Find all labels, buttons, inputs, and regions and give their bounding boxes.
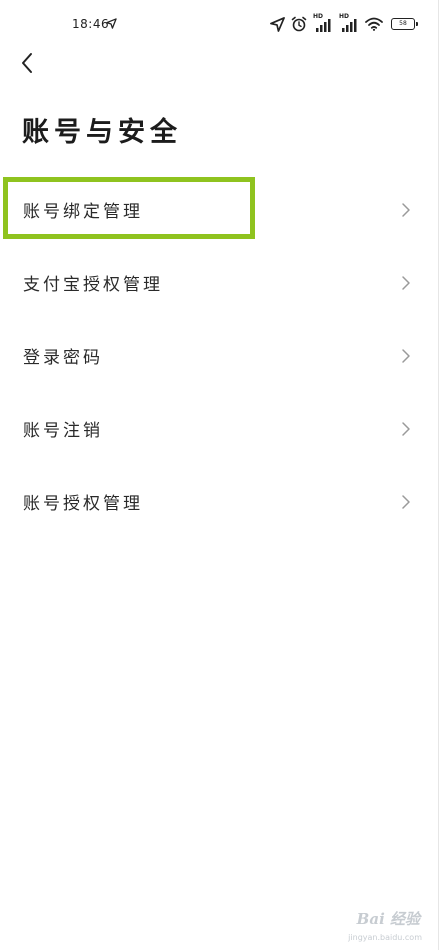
battery-icon: 58 bbox=[391, 18, 418, 30]
menu-item-alipay-authorization[interactable]: 支付宝授权管理 bbox=[0, 246, 439, 319]
chevron-right-icon bbox=[402, 421, 410, 436]
chevron-right-icon bbox=[402, 275, 410, 290]
menu-item-label: 账号注销 bbox=[23, 421, 103, 441]
menu-list: 账号绑定管理 支付宝授权管理 登录密码 账号注销 账号授权管理 bbox=[0, 173, 439, 538]
menu-item-login-password[interactable]: 登录密码 bbox=[0, 319, 439, 392]
back-button[interactable] bbox=[12, 48, 42, 78]
location-arrow-icon bbox=[106, 18, 117, 29]
menu-item-label: 账号授权管理 bbox=[23, 494, 143, 514]
menu-item-label: 账号绑定管理 bbox=[23, 202, 143, 222]
chevron-right-icon bbox=[402, 348, 410, 363]
status-icons: HD HD 58 bbox=[270, 14, 418, 34]
status-bar: 18:46 HD HD 58 bbox=[0, 0, 439, 46]
menu-item-label: 登录密码 bbox=[23, 348, 103, 368]
screen: 18:46 HD HD 58 账号与安全 账号绑定管理 支付宝授权管理 登录密码… bbox=[0, 0, 439, 950]
battery-level: 58 bbox=[399, 20, 407, 27]
watermark-brand: Bai 经验 bbox=[356, 910, 420, 928]
chevron-right-icon bbox=[402, 494, 410, 509]
chevron-right-icon bbox=[402, 202, 410, 217]
signal-icon-2: HD bbox=[339, 14, 359, 32]
menu-item-label: 支付宝授权管理 bbox=[23, 275, 163, 295]
wifi-icon bbox=[365, 17, 383, 31]
chevron-left-icon bbox=[22, 53, 32, 73]
status-time: 18:46 bbox=[72, 17, 110, 31]
alarm-icon bbox=[291, 16, 307, 32]
menu-item-account-authorization[interactable]: 账号授权管理 bbox=[0, 465, 439, 538]
signal-icon: HD bbox=[313, 14, 333, 32]
menu-item-account-cancellation[interactable]: 账号注销 bbox=[0, 392, 439, 465]
watermark-url: jingyan.baidu.com bbox=[348, 933, 422, 942]
watermark: Bai 经验 jingyan.baidu.com bbox=[316, 904, 428, 944]
menu-item-account-binding[interactable]: 账号绑定管理 bbox=[0, 173, 439, 246]
page-title: 账号与安全 bbox=[22, 117, 182, 148]
navigation-icon bbox=[270, 16, 285, 32]
